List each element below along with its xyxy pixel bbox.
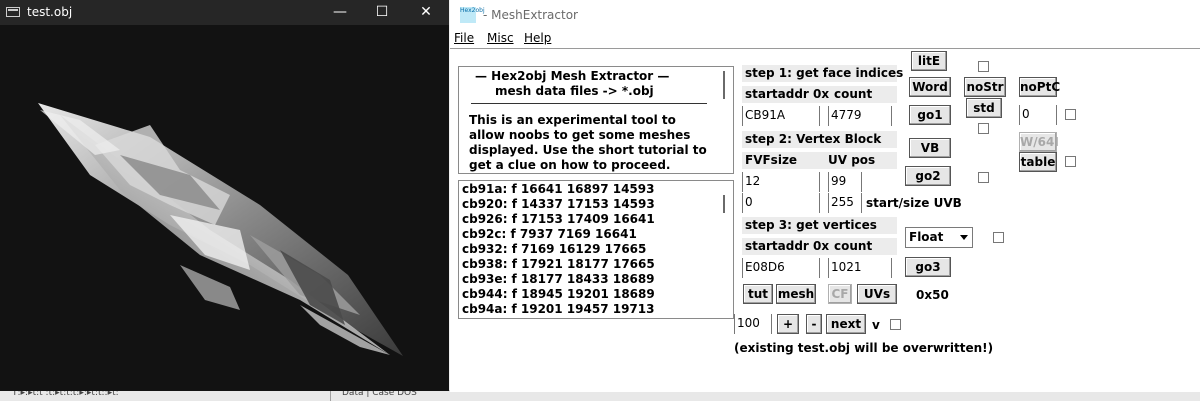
step3-header: step 3: get vertices: [742, 217, 897, 234]
mesh-button[interactable]: mesh: [776, 284, 816, 304]
chevron-down-icon: [960, 235, 968, 240]
step3-startaddr-input[interactable]: E08D6: [742, 258, 820, 278]
uvs-button[interactable]: UVs: [857, 284, 897, 304]
right-value-checkbox[interactable]: [1065, 109, 1076, 120]
w64-button[interactable]: W/64I: [1019, 132, 1059, 152]
minus-button[interactable]: -: [806, 314, 822, 334]
background-text-right: Data | Case DOS: [342, 390, 417, 398]
overwrite-warning: (existing test.obj will be overwritten!): [734, 341, 994, 355]
intro-scrollbar[interactable]: [723, 71, 725, 99]
lite-button[interactable]: litE: [911, 51, 947, 71]
face-line: cb920: f 14337 17153 14593: [462, 197, 655, 211]
face-line: cb938: f 17921 18177 17665: [462, 257, 655, 271]
faces-listbox[interactable]: cb91a: f 16641 16897 14593 cb920: f 1433…: [458, 180, 734, 319]
app-client-area: — Hex2obj Mesh Extractor — mesh data fil…: [450, 48, 1200, 392]
fvfsize-input[interactable]: 12: [742, 172, 820, 192]
tut-button[interactable]: tut: [743, 284, 773, 304]
menu-misc[interactable]: Misc: [487, 31, 514, 45]
menu-file[interactable]: File: [454, 31, 474, 45]
uvpos-input[interactable]: 99: [828, 172, 862, 192]
face-line: cb932: f 7169 16129 17665: [462, 242, 647, 256]
app-titlebar[interactable]: Hex2obj - MeshExtractor: [450, 0, 1200, 30]
nostr-button[interactable]: noStr: [964, 77, 1006, 97]
intro-divider: [471, 103, 707, 104]
mesh-shape: [38, 103, 403, 356]
faces-scrollbar[interactable]: [723, 195, 725, 213]
step1-startaddr-label: startaddr 0x: [745, 87, 830, 101]
menu-help[interactable]: Help: [524, 31, 551, 45]
background-text-left: Ṫ꞉▸꞉▸ṫ꞉ṫ ꞉ṫ꞉▸ṫ꞉ṫ꞉ṫ꞉▸꞉▸ṫ꞉ṫ꞉꞉▸ṫ꞉: [12, 390, 119, 398]
intro-heading: — Hex2obj Mesh Extractor —: [475, 69, 670, 83]
step2-fvf-label: FVFsize: [745, 153, 798, 167]
right-value-input[interactable]: 0: [1019, 105, 1057, 125]
obj-viewer-window: test.obj — ☐ ✕: [0, 0, 449, 391]
vb-button[interactable]: VB: [909, 138, 951, 158]
face-line: cb944: f 18945 19201 18689: [462, 287, 655, 301]
go3-button[interactable]: go3: [905, 257, 951, 277]
face-line: cb91a: f 16641 16897 14593: [462, 182, 655, 196]
hex-offset-label: 0x50: [916, 288, 949, 302]
hex2obj-logo: Hex2obj: [460, 7, 485, 23]
step3-count-input[interactable]: 1021: [828, 258, 892, 278]
menubar: File Misc Help: [450, 30, 1200, 47]
step1-count-label: count: [834, 87, 873, 101]
go2-button[interactable]: go2: [905, 166, 951, 186]
std-checkbox[interactable]: [978, 123, 989, 134]
step1-count-input[interactable]: 4779: [828, 106, 892, 126]
intro-body: This is an experimental tool to allow no…: [469, 113, 707, 172]
step2-columns-header: FVFsize UV pos: [742, 152, 897, 169]
logo-text: Hex2obj: [460, 7, 485, 14]
plus-button[interactable]: +: [777, 314, 799, 334]
format-select[interactable]: Float: [905, 227, 973, 248]
intro-textbox[interactable]: — Hex2obj Mesh Extractor — mesh data fil…: [458, 66, 734, 174]
step-value-input[interactable]: 100: [734, 314, 772, 334]
table-checkbox[interactable]: [1065, 156, 1076, 167]
close-icon[interactable]: ✕: [404, 0, 448, 25]
step2-uvpos-label: UV pos: [828, 153, 876, 167]
mesh-extractor-window: Hex2obj - MeshExtractor File Misc Help —…: [450, 0, 1200, 392]
uvb-size-input[interactable]: 255: [828, 193, 862, 213]
lite-checkbox[interactable]: [978, 61, 989, 72]
step2-header: step 2: Vertex Block: [742, 131, 897, 148]
format-select-value: Float: [909, 230, 944, 244]
word-button[interactable]: Word: [909, 77, 951, 97]
noptc-button[interactable]: noPtC: [1019, 77, 1060, 97]
step3-startaddr-label: startaddr 0x: [745, 239, 830, 253]
maximize-icon[interactable]: ☐: [360, 0, 404, 25]
face-line: cb94a: f 19201 19457 19713: [462, 302, 655, 316]
cf-button[interactable]: CF: [828, 284, 852, 304]
viewer-title: test.obj: [27, 5, 73, 19]
uvb-start-input[interactable]: 0: [742, 193, 820, 213]
mesh-render-canvas[interactable]: [0, 25, 449, 391]
step1-columns-header: startaddr 0x count: [742, 86, 897, 103]
v-label: v: [872, 318, 880, 332]
step1-header: step 1: get face indices: [742, 65, 903, 82]
go2-checkbox[interactable]: [978, 172, 989, 183]
app-title: - MeshExtractor: [483, 8, 578, 22]
step3-columns-header: startaddr 0x count: [742, 238, 897, 255]
format-checkbox[interactable]: [993, 232, 1004, 243]
step3-count-label: count: [834, 239, 873, 253]
next-button[interactable]: next: [826, 314, 866, 334]
std-button[interactable]: std: [966, 98, 1002, 118]
go1-button[interactable]: go1: [909, 105, 951, 125]
start-size-uvb-label: start/size UVB: [866, 196, 962, 210]
step1-startaddr-input[interactable]: CB91A: [742, 106, 820, 126]
viewer-titlebar[interactable]: test.obj — ☐ ✕: [0, 0, 449, 25]
v-checkbox[interactable]: [890, 319, 901, 330]
intro-subheading: mesh data files -> *.obj: [495, 84, 654, 98]
face-line: cb92c: f 7937 7169 16641: [462, 227, 637, 241]
window-app-icon: [6, 7, 20, 17]
minimize-icon[interactable]: —: [318, 0, 362, 25]
face-line: cb93e: f 18177 18433 18689: [462, 272, 655, 286]
table-button[interactable]: table: [1019, 152, 1057, 172]
face-line: cb926: f 17153 17409 16641: [462, 212, 655, 226]
